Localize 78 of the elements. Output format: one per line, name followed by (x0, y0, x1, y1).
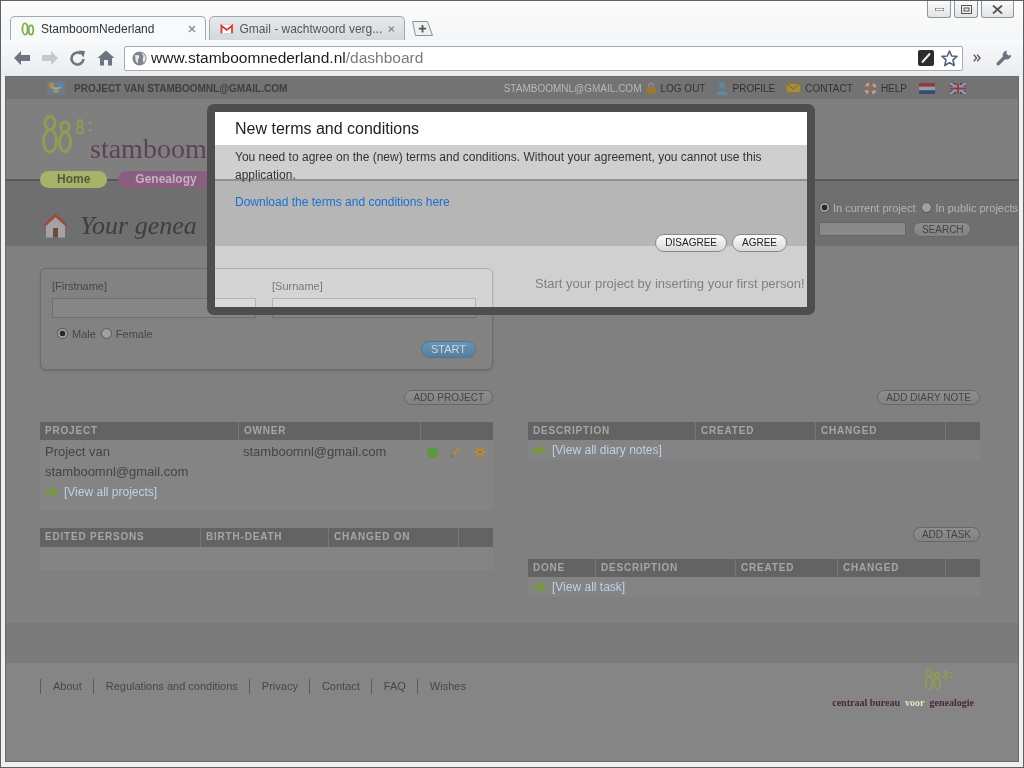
lock-icon (646, 82, 657, 94)
browser-tab[interactable]: StamboomNederland (10, 16, 206, 40)
hint-text: Start your project by inserting your first person! (535, 276, 805, 291)
download-link[interactable]: Download the terms and conditions here (235, 194, 450, 210)
close-button[interactable] (981, 1, 1014, 18)
back-icon[interactable] (13, 50, 31, 66)
minimize-icon (934, 7, 944, 11)
top-link[interactable]: CONTACT (786, 82, 853, 94)
british-flag-icon[interactable] (950, 82, 966, 94)
new-tab-button[interactable] (410, 21, 433, 36)
radio-label[interactable]: In public projects (935, 201, 1018, 214)
dialog-message: You need to agree on the (new) terms and conditions. Without your agreement, you cannot use this application. (235, 149, 763, 184)
wrench-icon[interactable] (996, 50, 1012, 66)
column-header: DESCRIPTION (532, 424, 612, 438)
add-diary-note-button[interactable]: ADD DIARY NOTE (877, 390, 980, 405)
family-tree-icon (47, 81, 65, 95)
column-header: PROJECT (44, 424, 99, 438)
view-all-link[interactable]: [View all diary notes] (552, 443, 662, 457)
footer-link[interactable]: Regulations and conditions (92, 679, 249, 694)
logo-text: centraal bureau voor genealogie (832, 697, 974, 708)
radio-button[interactable] (818, 202, 830, 213)
lifebuoy-icon (863, 81, 877, 95)
browser-tab[interactable]: Gmail - wachtwoord verg... (209, 16, 405, 40)
add-project-button[interactable]: ADD PROJECT (404, 390, 493, 405)
radio-button[interactable] (100, 328, 112, 339)
slash-tile-icon[interactable] (918, 50, 934, 66)
star-icon[interactable] (941, 49, 958, 67)
column-header: EDITED PERSONS (44, 530, 146, 544)
globe-icon (132, 50, 147, 66)
double-chevron-icon[interactable] (973, 54, 981, 62)
close-icon[interactable] (388, 24, 395, 33)
dialog-button[interactable]: DISAGREE (655, 234, 727, 252)
footer-link[interactable]: FAQ (370, 679, 417, 694)
arrow-icon (533, 445, 546, 455)
radio-button[interactable] (921, 202, 933, 213)
maximize-button[interactable] (954, 1, 978, 18)
status-dot-icon[interactable] (427, 446, 438, 458)
footer-link[interactable]: About (40, 679, 93, 694)
search-field[interactable] (818, 222, 906, 236)
close-icon[interactable] (188, 24, 196, 33)
field-label: [Firstname] (52, 279, 108, 293)
footer-link[interactable]: Privacy (248, 679, 309, 694)
restore-icon (960, 4, 972, 14)
radio-button[interactable] (57, 328, 68, 339)
table-cell-text: Project van stamboomnl@gmail.com (44, 443, 190, 481)
radio-label[interactable]: In current project (832, 201, 916, 214)
dialog-title: New terms and conditions (215, 112, 807, 145)
address-bar[interactable]: www.stamboomnederland.nl/dashboard (124, 45, 963, 71)
arrow-icon (45, 487, 58, 497)
reload-icon[interactable] (69, 49, 87, 67)
view-all-link[interactable]: [View all projects] (64, 485, 158, 499)
person-icon (716, 81, 729, 95)
top-link[interactable]: LOG OUT (646, 82, 706, 94)
user-email: STAMBOOMNL@GMAIL.COM (503, 82, 642, 94)
dialog-button[interactable]: AGREE (732, 234, 787, 252)
search-button[interactable]: SEARCH (912, 221, 971, 237)
figure-eight-icon (21, 21, 35, 36)
envelope-icon (786, 83, 802, 93)
house-icon (43, 213, 68, 238)
logo-text: stamboom (90, 135, 207, 163)
dutch-flag-icon[interactable] (919, 82, 935, 94)
table-cell-text: stamboomnl@gmail.com (242, 443, 388, 461)
close-icon (992, 4, 1003, 14)
radio-label[interactable]: Female (115, 327, 153, 340)
add-task-button[interactable]: ADD TASK (912, 527, 980, 542)
home-icon[interactable] (97, 50, 115, 66)
nav-tab[interactable]: Home (40, 171, 108, 188)
start-button[interactable]: START (420, 341, 476, 358)
top-link[interactable]: HELP (863, 81, 907, 95)
footer-link[interactable]: Wishes (416, 679, 477, 694)
mail-icon (220, 22, 234, 35)
radio-label[interactable]: Male (72, 327, 96, 340)
view-all-link[interactable]: [View all task] (552, 580, 626, 594)
column-header: DONE (532, 561, 567, 575)
arrow-icon (533, 582, 546, 592)
top-link[interactable]: PROFILE (716, 81, 776, 95)
footer-link[interactable]: Contact (308, 679, 371, 694)
field-label: [Surname] (272, 279, 324, 293)
